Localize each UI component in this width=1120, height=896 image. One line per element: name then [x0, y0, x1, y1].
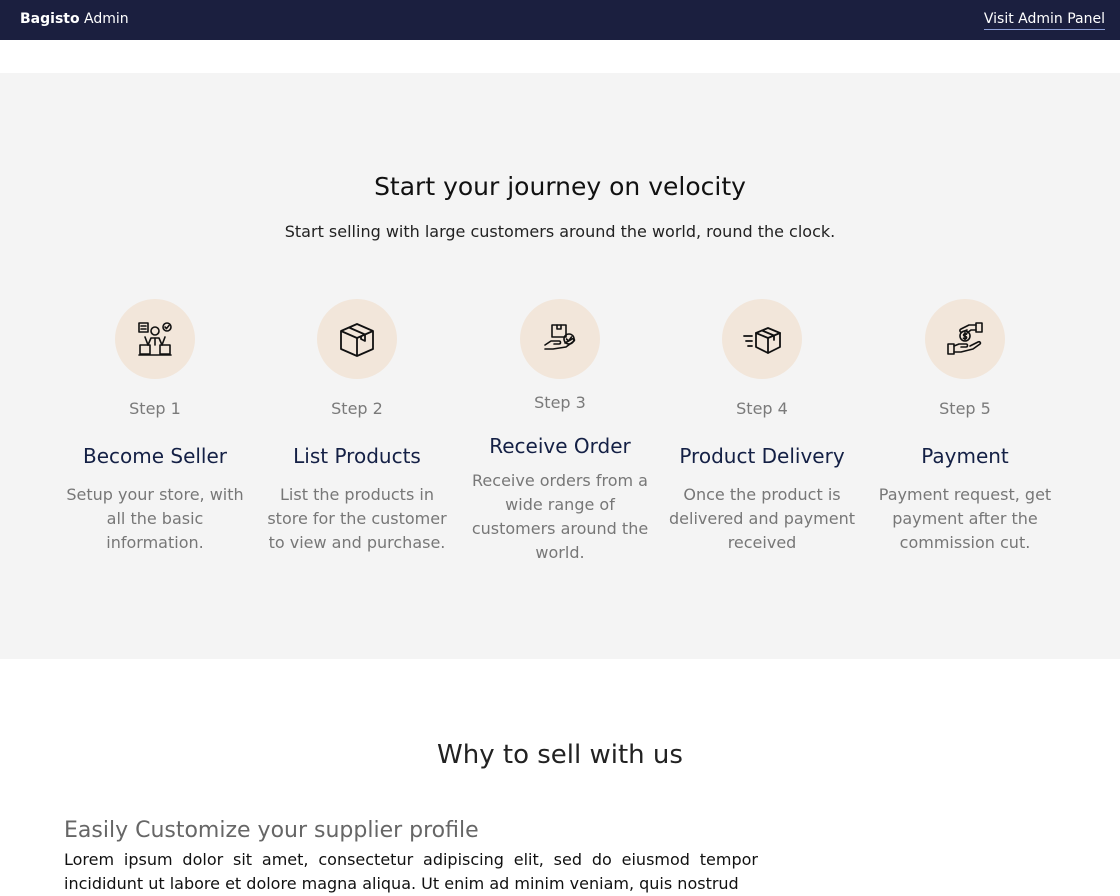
step-card-3: Step 3 Receive Order Receive orders from…: [465, 299, 655, 565]
box-icon: [340, 323, 374, 357]
step-2-icon-circle: [317, 299, 397, 379]
top-navbar: Bagisto Admin Visit Admin Panel: [0, 0, 1120, 40]
step-5-description: Payment request, get payment after the c…: [878, 485, 1052, 552]
visit-admin-panel-link[interactable]: Visit Admin Panel: [983, 10, 1105, 30]
brand-suffix: Admin: [84, 11, 129, 27]
step-5-title: Payment: [921, 444, 1009, 468]
order-icon: [544, 324, 576, 350]
step-4-title: Product Delivery: [679, 444, 845, 468]
step-3-description: Receive orders from a wide range of cust…: [471, 471, 649, 562]
step-2-title: List Products: [293, 444, 421, 468]
step-3-title: Receive Order: [489, 434, 631, 458]
step-3-number: Step 3: [534, 393, 586, 412]
feature-title: Easily Customize your supplier profile: [64, 818, 479, 843]
step-5-number: Step 5: [939, 399, 991, 418]
step-3-icon-circle: [520, 299, 600, 379]
step-5-icon-circle: [925, 299, 1005, 379]
journey-subtitle: Start selling with large customers aroun…: [284, 222, 836, 241]
feature-description: Lorem ipsum dolor sit amet, consectetur …: [64, 850, 758, 893]
brand-logo[interactable]: Bagisto Admin: [20, 10, 129, 28]
step-1-icon-circle: [115, 299, 195, 379]
why-sell-title: Why to sell with us: [437, 740, 683, 770]
step-card-4: Step 4 Product Delivery Once the product…: [667, 299, 857, 555]
journey-title: Start your journey on velocity: [374, 172, 746, 201]
step-2-description: List the products in store for the custo…: [267, 485, 447, 552]
seller-icon: [138, 322, 172, 356]
step-1-title: Become Seller: [82, 444, 228, 468]
step-card-2: Step 2 List Products List the products i…: [262, 299, 452, 555]
step-4-number: Step 4: [736, 399, 788, 418]
step-1-description: Setup your store, with all the basic inf…: [66, 485, 244, 552]
delivery-icon: [743, 327, 781, 354]
step-card-1: Step 1 Become Seller Setup your store, w…: [60, 299, 250, 555]
payment-icon: [947, 322, 983, 355]
step-2-number: Step 2: [331, 399, 383, 418]
brand-name: Bagisto: [20, 11, 80, 27]
step-1-number: Step 1: [129, 399, 181, 418]
step-card-5: Step 5 Payment Payment request, get paym…: [870, 299, 1060, 555]
step-4-icon-circle: [722, 299, 802, 379]
journey-section: Start your journey on velocity Start sel…: [0, 73, 1120, 659]
step-4-description: Once the product is delivered and paymen…: [669, 485, 855, 552]
